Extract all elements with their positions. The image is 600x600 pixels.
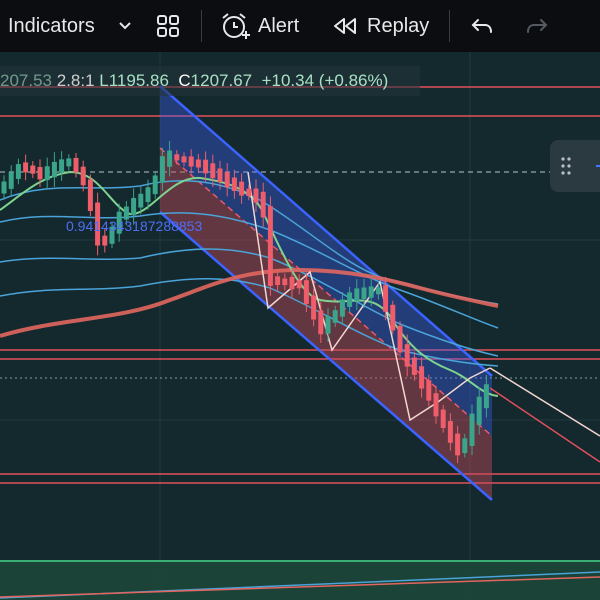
alert-button[interactable]: Alert bbox=[220, 0, 299, 52]
candle-body bbox=[138, 193, 144, 208]
candle-body bbox=[347, 292, 353, 307]
legend-change-percent: (+0.86%) bbox=[318, 71, 389, 90]
candle-body bbox=[390, 304, 396, 331]
rewind-icon bbox=[333, 16, 357, 36]
candle-body bbox=[80, 166, 86, 186]
candle-body bbox=[354, 288, 360, 301]
indicators-label: Indicators bbox=[8, 14, 95, 37]
candle-body bbox=[296, 280, 302, 289]
legend-low-value: L1195.86 bbox=[99, 71, 169, 90]
candle-body bbox=[397, 325, 403, 353]
candle-body bbox=[44, 166, 50, 181]
candle-body bbox=[152, 175, 158, 195]
toolbar-divider bbox=[449, 10, 450, 42]
candle-body bbox=[73, 157, 79, 173]
candle-body bbox=[282, 278, 288, 286]
candle-body bbox=[332, 310, 338, 323]
candle-body bbox=[253, 188, 259, 203]
price-chart-canvas[interactable] bbox=[0, 52, 600, 600]
candle-body bbox=[59, 159, 65, 173]
candle-body bbox=[383, 285, 389, 312]
candle-body bbox=[325, 316, 331, 334]
toolbar-divider bbox=[201, 10, 202, 42]
candle-body bbox=[217, 168, 223, 183]
candle-body bbox=[476, 396, 482, 425]
legend-overlap-text: 2.8:1 bbox=[56, 71, 95, 90]
candle-body bbox=[224, 172, 230, 188]
drawing-toolbar-handle[interactable] bbox=[550, 140, 600, 192]
candle-body bbox=[411, 357, 417, 375]
candle-body bbox=[195, 159, 201, 168]
candle-body bbox=[167, 150, 173, 167]
candle-body bbox=[37, 167, 43, 180]
candle-body bbox=[455, 433, 461, 456]
candle-body bbox=[8, 172, 14, 189]
candle-body bbox=[303, 280, 309, 305]
legend-change-value: +10.34 bbox=[261, 71, 315, 90]
replay-button[interactable]: Replay bbox=[333, 0, 429, 52]
candle-body bbox=[188, 156, 194, 167]
candle-body bbox=[239, 181, 245, 196]
bottom-indicator-band bbox=[0, 560, 600, 600]
candle-body bbox=[447, 421, 453, 443]
candle-body bbox=[311, 295, 317, 320]
candle-body bbox=[231, 177, 237, 191]
candle-body bbox=[145, 187, 151, 203]
channel-upper-fill bbox=[160, 86, 492, 436]
candle-body bbox=[419, 366, 425, 389]
candle-body bbox=[1, 181, 7, 194]
candle-body bbox=[23, 162, 29, 173]
candle-body bbox=[210, 163, 216, 179]
candle-body bbox=[203, 159, 209, 174]
legend-close-value: 1207.67 bbox=[190, 71, 253, 90]
line-tool-icon bbox=[596, 165, 600, 167]
candle-body bbox=[260, 191, 266, 218]
candle-body bbox=[30, 165, 36, 174]
candle-body bbox=[267, 206, 273, 286]
candle-body bbox=[181, 156, 187, 163]
candle-body bbox=[275, 276, 281, 285]
top-toolbar: Indicators Alert Replay bbox=[0, 0, 600, 52]
candle-body bbox=[368, 286, 374, 298]
candle-body bbox=[51, 161, 57, 178]
candle-body bbox=[462, 438, 468, 454]
candle-body bbox=[102, 235, 108, 246]
layout-grid-icon[interactable] bbox=[156, 0, 180, 52]
candle-body bbox=[246, 188, 252, 197]
candle-body bbox=[318, 310, 324, 335]
indicators-dropdown-chevron-icon[interactable] bbox=[118, 0, 132, 52]
candle-body bbox=[159, 156, 165, 183]
redo-icon[interactable] bbox=[525, 0, 549, 52]
replay-label: Replay bbox=[367, 14, 430, 37]
undo-icon[interactable] bbox=[470, 0, 494, 52]
alert-label: Alert bbox=[258, 14, 300, 37]
candle-body bbox=[66, 158, 72, 167]
legend-ghost-value: 207.53 bbox=[0, 71, 52, 90]
candle-body bbox=[375, 287, 381, 295]
legend-close-prefix: C bbox=[178, 71, 191, 90]
drag-handle-icon[interactable] bbox=[560, 156, 572, 181]
candle-body bbox=[289, 276, 295, 290]
candle-body bbox=[174, 154, 180, 161]
candle-body bbox=[15, 164, 21, 179]
candle-body bbox=[433, 393, 439, 417]
candle-body bbox=[404, 344, 410, 367]
alarm-clock-icon bbox=[220, 11, 250, 41]
candle-body bbox=[361, 287, 367, 300]
candle-body bbox=[426, 380, 432, 401]
candle-body bbox=[339, 299, 345, 317]
candle-body bbox=[131, 198, 137, 216]
candle-body bbox=[440, 409, 446, 429]
candle-body bbox=[483, 384, 489, 409]
indicators-button[interactable]: Indicators bbox=[8, 0, 95, 52]
fib-level-label: 0.9414343187288853 bbox=[66, 218, 203, 234]
candle-body bbox=[469, 413, 475, 447]
candle-body bbox=[87, 179, 93, 212]
ohlc-legend: 207.53 2.8:1 L1195.86 C1207.67 +10.34 (+… bbox=[0, 66, 420, 96]
trading-chart-app: Indicators Alert Replay 207.53 2.8:1 L11… bbox=[0, 0, 600, 600]
